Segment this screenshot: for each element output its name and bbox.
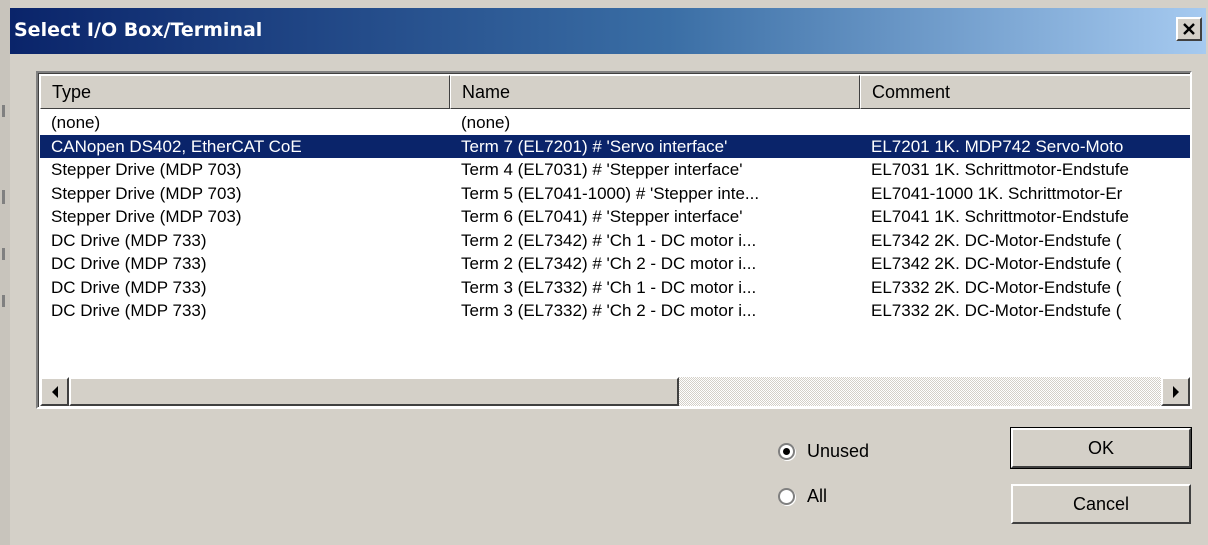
- radio-unused-label: Unused: [807, 441, 870, 461]
- cell-name: Term 3 (EL7332) # 'Ch 2 - DC motor i...: [461, 301, 757, 320]
- column-header-name[interactable]: Name: [450, 75, 860, 109]
- cell-comment: EL7332 2K. DC-Motor-Endstufe (: [871, 277, 1122, 297]
- cell-name: (none): [461, 113, 511, 132]
- horizontal-scrollbar[interactable]: [40, 377, 1190, 406]
- list-header: Type Name Comment: [40, 75, 1190, 109]
- list-row[interactable]: DC Drive (MDP 733) Term 2 (EL7342) # 'Ch…: [40, 229, 1190, 253]
- list-row[interactable]: Stepper Drive (MDP 703) Term 6 (EL7041) …: [40, 205, 1190, 229]
- title-bar[interactable]: Select I/O Box/Terminal: [10, 8, 1206, 54]
- close-icon: [1183, 23, 1195, 35]
- cell-type: DC Drive (MDP 733): [51, 277, 207, 297]
- select-io-box-dialog: Select I/O Box/Terminal Type Name Commen…: [0, 0, 1208, 545]
- column-header-comment[interactable]: Comment: [860, 75, 1190, 109]
- cell-type: (none): [51, 113, 101, 132]
- scroll-right-button[interactable]: [1161, 377, 1190, 406]
- cell-name: Term 5 (EL7041-1000) # 'Stepper inte...: [461, 183, 760, 203]
- arrow-right-icon: [1172, 385, 1179, 398]
- cell-comment: EL7041-1000 1K. Schrittmotor-Er: [871, 183, 1123, 203]
- terminal-list[interactable]: Type Name Comment (none) (none) CANopen …: [36, 71, 1192, 409]
- radio-selected-dot: [783, 448, 790, 455]
- cell-type: DC Drive (MDP 733): [51, 254, 207, 273]
- cell-name: Term 2 (EL7342) # 'Ch 2 - DC motor i...: [461, 254, 757, 273]
- cell-name: Term 4 (EL7031) # 'Stepper interface': [461, 160, 743, 179]
- cell-type: DC Drive (MDP 733): [51, 230, 207, 250]
- cell-comment: EL7332 2K. DC-Motor-Endstufe (: [871, 301, 1122, 320]
- scrollbar-thumb[interactable]: [69, 377, 679, 406]
- list-row[interactable]: DC Drive (MDP 733) Term 2 (EL7342) # 'Ch…: [40, 252, 1190, 276]
- edge-mark: [2, 105, 5, 117]
- edge-mark: [2, 248, 5, 260]
- cell-comment: EL7201 1K. MDP742 Servo-Moto: [871, 136, 1124, 156]
- list-row[interactable]: (none) (none): [40, 111, 1190, 135]
- cell-type: CANopen DS402, EtherCAT CoE: [51, 136, 302, 156]
- radio-unused-circle[interactable]: [778, 443, 795, 460]
- cell-comment: EL7342 2K. DC-Motor-Endstufe (: [871, 230, 1122, 250]
- list-row[interactable]: Stepper Drive (MDP 703) Term 5 (EL7041-1…: [40, 182, 1190, 206]
- cell-comment: EL7041 1K. Schrittmotor-Endstufe: [871, 207, 1129, 226]
- close-button[interactable]: [1176, 17, 1202, 41]
- cell-type: Stepper Drive (MDP 703): [51, 183, 242, 203]
- cell-name: Term 3 (EL7332) # 'Ch 1 - DC motor i...: [461, 277, 757, 297]
- list-row[interactable]: Stepper Drive (MDP 703) Term 4 (EL7031) …: [40, 158, 1190, 182]
- cell-name: Term 2 (EL7342) # 'Ch 1 - DC motor i...: [461, 230, 757, 250]
- cell-comment: EL7342 2K. DC-Motor-Endstufe (: [871, 254, 1122, 273]
- cell-type: DC Drive (MDP 733): [51, 301, 207, 320]
- list-row[interactable]: DC Drive (MDP 733) Term 3 (EL7332) # 'Ch…: [40, 299, 1190, 323]
- radio-all-label: All: [807, 486, 828, 506]
- radio-unused[interactable]: Unused: [778, 441, 869, 462]
- list-rows: (none) (none) CANopen DS402, EtherCAT Co…: [40, 111, 1190, 323]
- cell-name: Term 6 (EL7041) # 'Stepper interface': [461, 207, 743, 226]
- ok-button[interactable]: OK: [1010, 427, 1192, 469]
- cell-comment: EL7031 1K. Schrittmotor-Endstufe: [871, 160, 1129, 179]
- cell-type: Stepper Drive (MDP 703): [51, 207, 242, 226]
- radio-all[interactable]: All: [778, 486, 827, 507]
- list-row[interactable]: CANopen DS402, EtherCAT CoE Term 7 (EL72…: [40, 134, 1190, 158]
- background-window-edge: [0, 0, 10, 545]
- cell-name: Term 7 (EL7201) # 'Servo interface': [461, 136, 728, 156]
- terminal-list-frame: Type Name Comment (none) (none) CANopen …: [38, 73, 1190, 407]
- edge-mark: [2, 295, 5, 307]
- scroll-left-button[interactable]: [40, 377, 69, 406]
- list-row[interactable]: DC Drive (MDP 733) Term 3 (EL7332) # 'Ch…: [40, 276, 1190, 300]
- radio-all-circle[interactable]: [778, 488, 795, 505]
- window-title: Select I/O Box/Terminal: [14, 19, 263, 41]
- cell-type: Stepper Drive (MDP 703): [51, 160, 242, 179]
- arrow-left-icon: [51, 385, 58, 398]
- edge-mark: [2, 190, 5, 204]
- cell-comment: [860, 111, 1190, 135]
- column-header-type[interactable]: Type: [40, 75, 450, 109]
- cancel-button[interactable]: Cancel: [1011, 484, 1191, 524]
